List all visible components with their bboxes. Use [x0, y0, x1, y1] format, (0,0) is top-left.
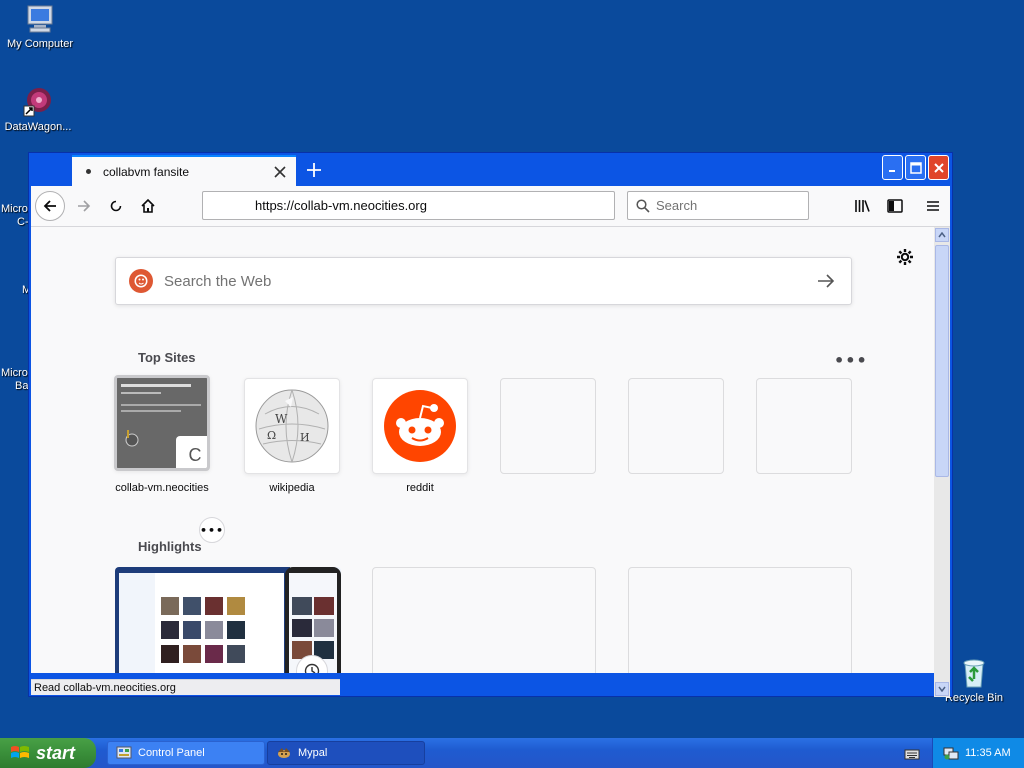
keyboard-layout-icon[interactable] [904, 746, 920, 765]
vertical-scrollbar[interactable] [934, 227, 950, 697]
system-tray: 11:35 AM [932, 738, 1024, 768]
library-icon [855, 200, 870, 212]
highlights-title: Highlights [138, 539, 202, 554]
recycle-bin-icon [957, 656, 991, 690]
maximize-button[interactable] [905, 155, 926, 180]
svg-text:И: И [300, 431, 310, 444]
taskbar-item-label: Mypal [298, 747, 328, 759]
wikipedia-icon: W Ω И [255, 389, 329, 463]
minimize-button[interactable] [882, 155, 903, 180]
url-bar[interactable]: https://collab-vm.neocities.org [202, 191, 615, 220]
maximize-icon [909, 161, 922, 174]
computer-icon [23, 2, 57, 36]
top-site-empty-slot [628, 378, 724, 474]
search-placeholder: Search [656, 198, 698, 213]
back-arrow-icon [43, 200, 56, 212]
desktop-icon-partial: Ba [15, 380, 29, 392]
desktop-icon-partial[interactable]: Micro [1, 203, 28, 215]
home-button[interactable] [133, 191, 163, 221]
duckduckgo-icon [129, 269, 153, 293]
top-site-tile[interactable] [372, 378, 468, 474]
top-site-empty-slot [756, 378, 852, 474]
desktop-icon-partial: C- [17, 216, 29, 228]
menu-button[interactable] [918, 191, 948, 221]
status-bar: Read collab-vm.neocities.org [31, 679, 340, 695]
new-tab-page: Search the Web Top Sites ••• C ••• colla… [31, 227, 934, 673]
highlight-empty-slot [372, 567, 596, 673]
top-site-empty-slot [500, 378, 596, 474]
tile-letter-badge: C [176, 436, 207, 468]
tab-title: collabvm fansite [103, 164, 190, 179]
reddit-icon [384, 390, 456, 462]
clock[interactable]: 11:35 AM [965, 747, 1011, 759]
top-site-tile[interactable]: W Ω И [244, 378, 340, 474]
desktop-icon-partial[interactable]: Micro [1, 367, 28, 379]
svg-text:Ω: Ω [267, 429, 276, 442]
svg-text:W: W [275, 412, 288, 426]
back-button[interactable] [35, 191, 65, 221]
top-site-label: wikipedia [269, 482, 315, 494]
url-text: https://collab-vm.neocities.org [255, 198, 427, 213]
home-icon [141, 198, 155, 213]
reload-icon [110, 200, 122, 212]
top-sites-more-icon[interactable]: ••• [834, 351, 868, 370]
top-site-label: reddit [406, 482, 434, 494]
datawagon-icon [21, 85, 55, 119]
search-icon [636, 198, 650, 213]
reload-button[interactable] [101, 191, 131, 221]
new-tab-button[interactable] [301, 157, 327, 183]
navigation-toolbar: https://collab-vm.neocities.org Search [31, 186, 950, 227]
top-site-tile[interactable]: C [114, 375, 210, 471]
windows-logo-icon [10, 744, 30, 762]
hamburger-menu-icon [927, 201, 939, 211]
browser-window: collabvm fansite https://collab-vm.neoci… [28, 152, 953, 697]
tab-close-icon[interactable] [270, 162, 290, 182]
taskbar-item-mypal[interactable]: Mypal [267, 741, 425, 765]
library-button[interactable] [848, 191, 878, 221]
taskbar-item-control-panel[interactable]: Control Panel [107, 741, 265, 765]
tab-collabvm-fansite[interactable]: collabvm fansite [72, 155, 296, 186]
close-window-button[interactable] [928, 155, 949, 180]
taskbar: start Control Panel Mypal 11:35 AM [0, 738, 1024, 768]
control-panel-icon [116, 745, 132, 761]
sidebar-icon [887, 199, 903, 213]
plus-icon [307, 163, 321, 177]
network-icon[interactable] [943, 745, 959, 761]
search-go-arrow-icon[interactable] [817, 273, 835, 289]
start-label: start [36, 742, 76, 763]
desktop-icon-label: My Computer [6, 38, 74, 50]
settings-gear-icon[interactable] [896, 248, 914, 270]
top-site-label: collab-vm.neocities [115, 482, 209, 494]
search-bar[interactable]: Search [627, 191, 809, 220]
desktop-icon-label: DataWagon... [4, 121, 72, 133]
scrollbar-thumb[interactable] [935, 245, 949, 477]
sidebar-toggle-button[interactable] [880, 191, 910, 221]
top-sites-title: Top Sites [138, 350, 196, 365]
scroll-up-arrow-icon[interactable] [935, 228, 949, 242]
tile-context-menu-button[interactable]: ••• [199, 517, 225, 543]
mypal-icon [276, 745, 292, 761]
web-search-box[interactable]: Search the Web [115, 257, 852, 305]
tab-strip: collabvm fansite [31, 154, 950, 186]
scroll-down-arrow-icon[interactable] [935, 682, 949, 696]
web-search-placeholder: Search the Web [164, 272, 272, 290]
forward-arrow-icon [78, 200, 91, 212]
forward-button[interactable] [69, 191, 99, 221]
more-options-icon: ••• [199, 523, 225, 537]
desktop-icon-datawagon[interactable]: DataWagon... [0, 85, 78, 133]
desktop-icon-my-computer[interactable]: My Computer [0, 2, 80, 50]
taskbar-item-label: Control Panel [138, 747, 205, 759]
start-button[interactable]: start [0, 738, 96, 768]
tab-loading-icon [86, 169, 91, 174]
highlight-empty-slot [628, 567, 852, 673]
close-icon [933, 162, 944, 173]
minimize-icon [888, 169, 895, 172]
